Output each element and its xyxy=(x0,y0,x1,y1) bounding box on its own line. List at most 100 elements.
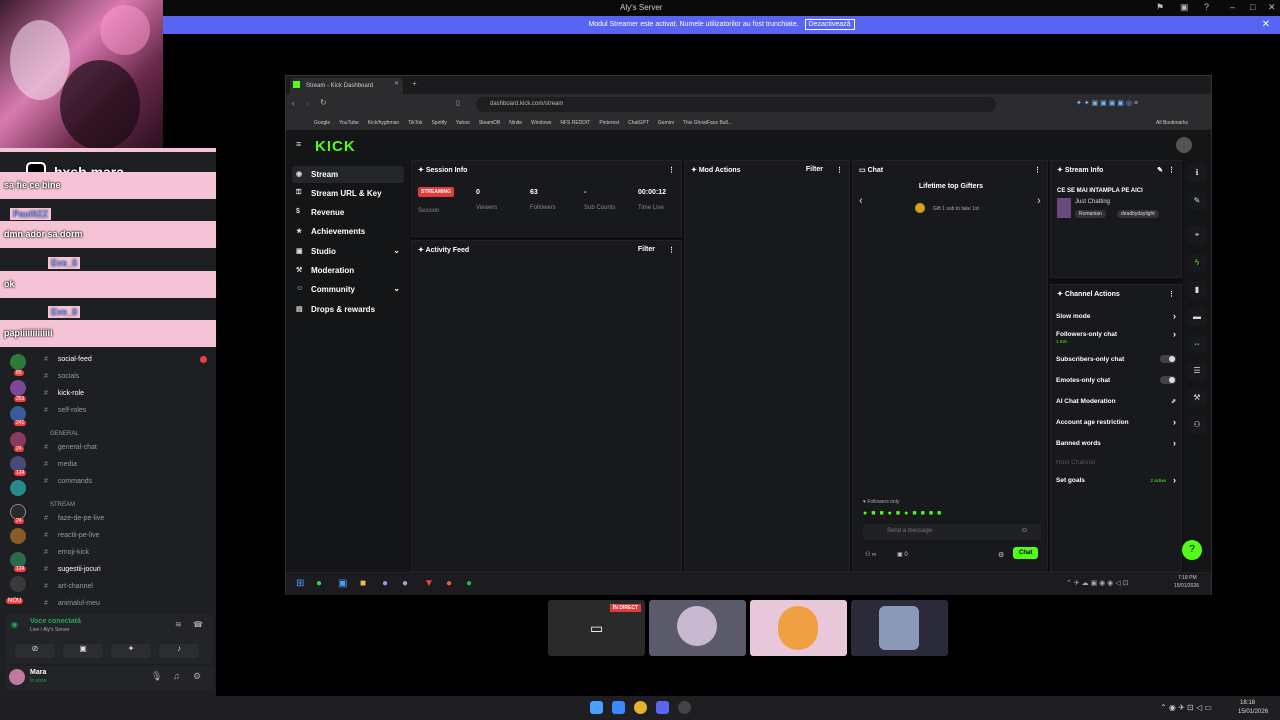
discord-icon[interactable] xyxy=(656,701,669,714)
steam-icon[interactable]: ● xyxy=(402,578,408,589)
bookmark-item[interactable]: TikTok xyxy=(408,116,422,130)
send-chat-button[interactable]: Chat xyxy=(1013,547,1039,559)
extension-icon[interactable]: ✦ ✦ ▣ ▣ ▣ ▣ ◎ ≡ xyxy=(1076,99,1138,107)
tab-close-icon[interactable]: ✕ xyxy=(394,80,399,87)
more-icon[interactable]: ⋮ xyxy=(836,166,843,174)
toggle-switch[interactable] xyxy=(1160,376,1176,384)
explorer-icon[interactable] xyxy=(612,701,625,714)
nav-stream-url-key[interactable]: ⚿ Stream URL & Key xyxy=(292,185,404,202)
close-button[interactable]: ✕ xyxy=(1268,2,1276,13)
inbox-icon[interactable]: ⚑ xyxy=(1156,2,1164,13)
bookmark-item[interactable]: Google xyxy=(314,116,330,130)
account-age-action[interactable]: Account age restriction › xyxy=(1056,417,1176,427)
new-tab-icon[interactable]: + xyxy=(412,79,417,88)
channel-art-channel[interactable]: # art-channel xyxy=(44,580,93,594)
support-icon[interactable]: ? xyxy=(1182,540,1202,560)
people-icon[interactable]: ⚇ ∞ xyxy=(865,551,876,558)
more-icon[interactable]: ⋮ xyxy=(1034,166,1041,174)
emoji-icon[interactable]: ☺ xyxy=(1021,527,1028,534)
channel-faze-de-pe-live[interactable]: # faze-de-pe-live xyxy=(44,512,104,526)
screenshare-button[interactable]: ▣ xyxy=(63,644,103,658)
tray-icons[interactable]: ⌃ ✈ ☁ ▣ ◉ ◉ ◁ ⊡ xyxy=(1066,579,1128,587)
nav-community[interactable]: ☺ Community ⌄ xyxy=(292,281,404,298)
forward-icon[interactable]: › xyxy=(306,99,309,108)
bookmark-item[interactable]: Kick/hyghman xyxy=(368,116,399,130)
set-goals-action[interactable]: Set goals 2 active › xyxy=(1056,475,1176,485)
obs-icon[interactable]: ● xyxy=(446,578,452,589)
channel-emoji-kick[interactable]: # emoji-kick xyxy=(44,546,89,560)
brave-icon[interactable]: ▼ xyxy=(424,578,434,589)
message-input[interactable]: Send a message ☺ xyxy=(863,524,1041,540)
menu-icon[interactable]: ≡ xyxy=(296,139,301,149)
avatar[interactable] xyxy=(9,669,25,685)
voice-channel[interactable]: Live / Aly's Server xyxy=(30,627,70,633)
window-thumbnail[interactable] xyxy=(750,600,847,656)
chat-icon[interactable]: ▬ xyxy=(1188,308,1206,326)
followers-only-action[interactable]: Followers-only chat › xyxy=(1056,329,1176,339)
banned-words-action[interactable]: Banned words › xyxy=(1056,438,1176,448)
help-icon[interactable]: ? xyxy=(1204,2,1209,12)
camera-button[interactable]: ⊘ xyxy=(15,644,55,658)
windows-start-icon[interactable]: ⊞ xyxy=(296,578,304,589)
folder-icon[interactable]: ■ xyxy=(360,578,366,589)
emote-bar[interactable]: ●■■●■●■■■■ xyxy=(863,510,1043,520)
bookmark-item[interactable]: Windows xyxy=(531,116,551,130)
bookmark-item[interactable]: This GhostFace Bull... xyxy=(683,116,732,130)
category-stream[interactable]: STREAM xyxy=(50,498,75,512)
filter-button[interactable]: Filter xyxy=(638,246,655,253)
category-general[interactable]: GENERAL xyxy=(50,427,79,441)
split-icon[interactable]: ⇔ xyxy=(1188,335,1206,353)
disconnect-icon[interactable]: ☎ xyxy=(193,620,203,629)
nav-studio[interactable]: ▣ Studio ⌄ xyxy=(292,243,404,260)
discord-icon[interactable]: ● xyxy=(382,578,388,589)
window-thumbnail[interactable] xyxy=(649,600,746,656)
category-thumbnail[interactable] xyxy=(1057,198,1071,218)
monitor-icon[interactable]: ▣ xyxy=(1180,2,1189,13)
channel-media[interactable]: # media xyxy=(44,458,77,472)
bookmark-item[interactable]: ChatGPT xyxy=(628,116,649,130)
bolt-icon[interactable]: ϟ xyxy=(1188,254,1206,272)
whatsapp-icon[interactable]: ● xyxy=(316,578,322,589)
minimize-button[interactable]: – xyxy=(1230,2,1235,12)
tab-kick-dashboard[interactable]: Stream - Kick Dashboard xyxy=(290,78,403,94)
list-icon[interactable]: ☰ xyxy=(1188,362,1206,380)
more-icon[interactable]: ⋮ xyxy=(1168,166,1175,174)
close-icon[interactable]: ✕ xyxy=(1262,16,1270,34)
emotes-only-action[interactable]: Emotes-only chat xyxy=(1056,376,1176,384)
profile-avatar[interactable] xyxy=(1176,137,1192,153)
more-icon[interactable]: ⋮ xyxy=(1168,290,1175,298)
channel-general-chat[interactable]: # general-chat xyxy=(44,441,97,455)
all-bookmarks[interactable]: All Bookmarks xyxy=(1156,116,1188,130)
edit-icon[interactable]: ✎ xyxy=(1157,166,1163,174)
bookmark-item[interactable]: YouTube xyxy=(339,116,359,130)
kick-logo[interactable]: KICK xyxy=(315,138,356,155)
nav-moderation[interactable]: ⚒ Moderation xyxy=(292,262,404,279)
app-icon[interactable]: ▣ xyxy=(338,578,347,589)
bookmark-item[interactable]: SteamDB xyxy=(479,116,500,130)
tray-icons[interactable]: ⌃ ◉ ✈ ⊡ ◁ ▭ xyxy=(1160,703,1212,712)
nav-achievements[interactable]: ★ Achievements xyxy=(292,223,404,240)
headphones-icon[interactable]: ♫ xyxy=(173,671,180,681)
bookmark-item[interactable]: Gemini xyxy=(658,116,674,130)
window-thumbnail[interactable]: ÎN DIRECT ▭ xyxy=(548,600,645,656)
more-icon[interactable]: ⋮ xyxy=(668,166,675,174)
disable-streamer-mode-button[interactable]: Dezactivează xyxy=(804,19,855,30)
bookmark-item[interactable]: Yahoo xyxy=(456,116,470,130)
users-icon[interactable]: ⚇ xyxy=(1188,416,1206,434)
reload-icon[interactable]: ↻ xyxy=(320,98,327,107)
pen-icon[interactable]: ✎ xyxy=(1188,192,1206,210)
chrome-icon[interactable] xyxy=(634,701,647,714)
chat-settings-icon[interactable]: ⚙ xyxy=(998,551,1004,559)
url-input[interactable]: dashboard.kick.com/stream xyxy=(476,97,996,112)
channel-self-roles[interactable]: # self-roles xyxy=(44,404,86,418)
maximize-button[interactable]: □ xyxy=(1250,2,1255,12)
window-thumbnail[interactable] xyxy=(851,600,948,656)
slow-mode-action[interactable]: Slow mode › xyxy=(1056,311,1176,321)
bookmark-item[interactable]: NFS REDDIT xyxy=(560,116,590,130)
channel-commands[interactable]: # commands xyxy=(44,475,92,489)
subscribers-only-action[interactable]: Subscribers-only chat xyxy=(1056,355,1176,363)
server-icon[interactable] xyxy=(10,380,26,396)
nav-revenue[interactable]: $ Revenue xyxy=(292,204,404,221)
filter-button[interactable]: Filter xyxy=(806,166,823,173)
bookmark-item[interactable]: Spotify xyxy=(431,116,446,130)
